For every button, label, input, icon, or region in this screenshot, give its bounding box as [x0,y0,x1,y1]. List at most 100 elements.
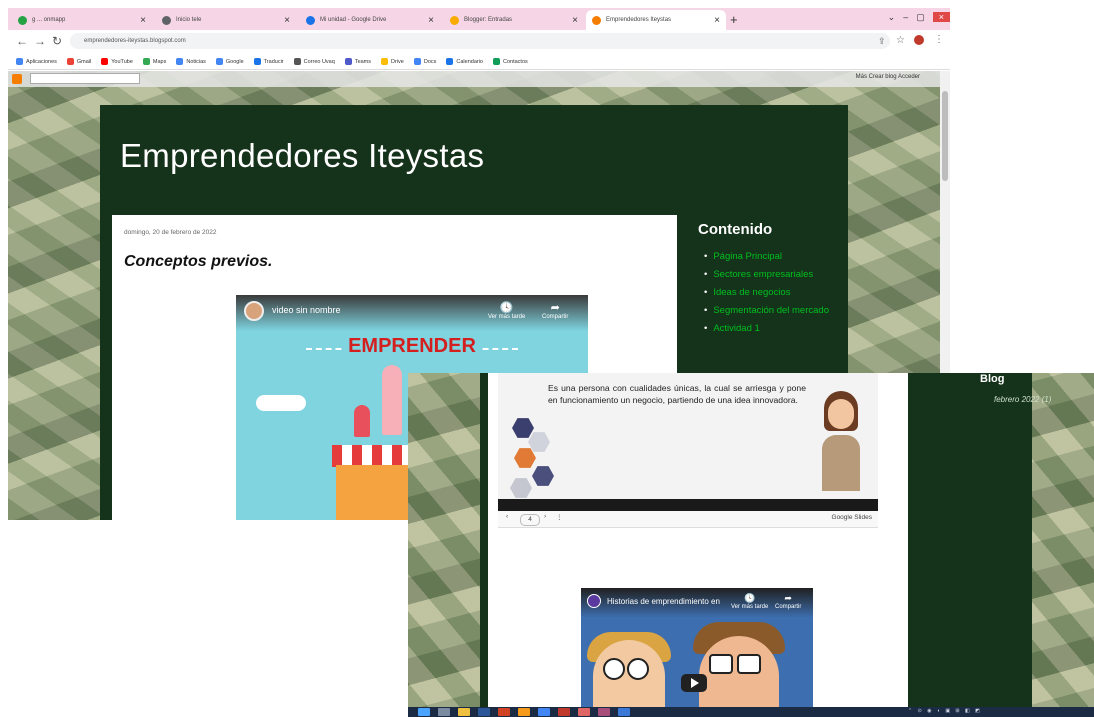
new-tab-button[interactable]: + [730,12,738,27]
embedded-slide[interactable]: Es una persona con cualidades únicas, la… [498,373,878,499]
close-icon[interactable]: × [428,15,434,26]
word-icon[interactable] [478,708,490,716]
close-icon[interactable]: × [284,15,290,26]
close-icon[interactable]: × [140,15,146,26]
powerpoint-icon[interactable] [498,708,510,716]
blog-search-input[interactable] [30,73,140,84]
sidebar-heading: Contenido [698,221,773,238]
system-tray[interactable]: ⌃ ⊙ ◉ ◖ ▣ ⊞ ◧ ◩ [908,708,982,714]
sidebar-links: Página Principal Sectores empresariales … [704,251,840,341]
bookmark-item[interactable]: Traducir [253,58,284,65]
scrollbar-thumb[interactable] [942,91,948,181]
bookmark-item[interactable]: Aplicaciones [16,58,57,65]
slide-page-number[interactable]: 4 [520,514,540,526]
profile-avatar[interactable] [914,35,924,45]
sidebar-link[interactable]: Página Principal [704,251,840,262]
address-bar-row: ← → ↻ emprendedores-iteystas.blogspot.co… [8,30,950,54]
next-slide-icon[interactable]: › [544,513,546,520]
close-icon[interactable]: × [572,15,578,26]
hexagon-graphic [510,478,532,498]
tab-inicio[interactable]: Inicio tele × [156,10,296,30]
prev-slide-icon[interactable]: ‹ [506,513,508,520]
bookmark-item[interactable]: YouTube [101,58,133,65]
taskbar-app-icon[interactable] [598,708,610,716]
forward-icon[interactable]: → [34,34,46,48]
second-screenshot: Es una persona con cualidades únicas, la… [408,373,1094,717]
minimize-icon[interactable]: – [903,12,908,22]
embedded-video[interactable]: Historias de emprendimiento en 🕓 Ver más… [581,588,813,717]
slides-brand[interactable]: Google Slides [832,514,872,521]
chevron-down-icon[interactable]: ⌄ [888,12,896,23]
shop-awning [332,445,412,467]
share-icon[interactable]: ⇪ [878,36,886,47]
shop-graphic [336,465,408,520]
taskbar-app-icon[interactable] [438,708,450,716]
taskbar-app-icon[interactable] [578,708,590,716]
chrome-icon[interactable] [518,708,530,716]
channel-avatar[interactable] [244,301,264,321]
sidebar-link[interactable]: Actividad 1 [704,323,840,334]
tab-emprendedores[interactable]: Emprendedores Iteystas × [586,10,726,30]
cloud-graphic [256,395,306,411]
watch-later-button[interactable]: 🕓 Ver más tarde [488,301,525,320]
start-icon[interactable] [418,708,430,716]
bookmark-item[interactable]: Maps [142,58,166,65]
sidebar-link[interactable]: Ideas de negocios [704,287,840,298]
back-icon[interactable]: ← [16,34,28,48]
glasses-graphic [709,654,733,674]
play-button[interactable] [681,674,707,692]
video-title[interactable]: video sin nombre [272,305,341,315]
channel-logo[interactable] [587,594,601,608]
maximize-icon[interactable]: ▢ [916,12,925,23]
blogger-icon [450,15,459,25]
bookmark-item[interactable]: Google [215,58,244,65]
glasses-graphic [737,654,761,674]
watch-later-button[interactable]: 🕓 Ver más tarde [731,593,768,610]
bookmark-item[interactable]: Calendario [446,58,483,65]
avatar-graphic [816,391,866,491]
post-title[interactable]: Conceptos previos. [124,253,272,271]
options-kebab-icon[interactable]: ⋮ [556,513,563,521]
window-controls: ⌄ – ▢ × [872,8,950,26]
tab-whatsapp[interactable]: g ... onmapp × [12,10,152,30]
archive-link[interactable]: febrero 2022 (1) [994,395,1051,404]
post: Es una persona con cualidades únicas, la… [488,373,908,717]
sidebar-link[interactable]: Segmentación del mercado [704,305,840,316]
tab-blogger-posts[interactable]: Blogger: Entradas × [444,10,584,30]
bookmarks-bar: Aplicaciones Gmail YouTube Maps Noticias… [8,54,950,70]
blogger-logo-icon[interactable] [12,74,22,84]
close-icon[interactable]: × [714,15,720,26]
bookmark-item[interactable]: Contactos [493,58,528,65]
taskbar-app-icon[interactable] [618,708,630,716]
blog-title[interactable]: Emprendedores Iteystas [120,137,484,175]
drive-icon [306,15,315,25]
tab-drive[interactable]: Mi unidad - Google Drive × [300,10,440,30]
emprender-banner: EMPRENDER [236,335,588,358]
bookmark-item[interactable]: Docs [413,58,436,65]
share-button[interactable]: ➦ Compartir [775,593,801,610]
menu-kebab-icon[interactable]: ⋮ [934,34,944,45]
taskbar-app-icon[interactable] [558,708,570,716]
hexagon-graphic [532,466,554,486]
url-field[interactable]: emprendedores-iteystas.blogspot.com [70,33,890,49]
navbar-links[interactable]: Más Crear blog Acceder [856,74,920,80]
share-arrow-icon: ➦ [550,302,560,314]
bookmark-item[interactable]: Teams [344,58,371,65]
slides-controls: ‹ 4 › ⋮ Google Slides [498,511,878,528]
sidebar-link[interactable]: Sectores empresariales [704,269,840,280]
close-window-icon[interactable]: × [932,12,950,22]
bookmark-item[interactable]: Noticias [176,58,206,65]
reload-icon[interactable]: ↻ [52,34,62,48]
star-icon[interactable]: ☆ [896,35,905,46]
bookmark-item[interactable]: Drive [381,58,404,65]
taskbar-app-icon[interactable] [538,708,550,716]
folder-icon[interactable] [458,708,470,716]
bookmark-item[interactable]: Gmail [66,58,91,65]
tab-label: Mi unidad - Google Drive [320,17,387,23]
share-arrow-icon: ➦ [784,593,792,603]
video-title[interactable]: Historias de emprendimiento en [607,597,720,606]
blog-container: Es una persona con cualidades únicas, la… [480,373,1051,717]
share-button[interactable]: ➦ Compartir [542,301,568,320]
tab-label: g ... onmapp [32,17,66,23]
bookmark-item[interactable]: Correo Uvaq [293,58,335,65]
